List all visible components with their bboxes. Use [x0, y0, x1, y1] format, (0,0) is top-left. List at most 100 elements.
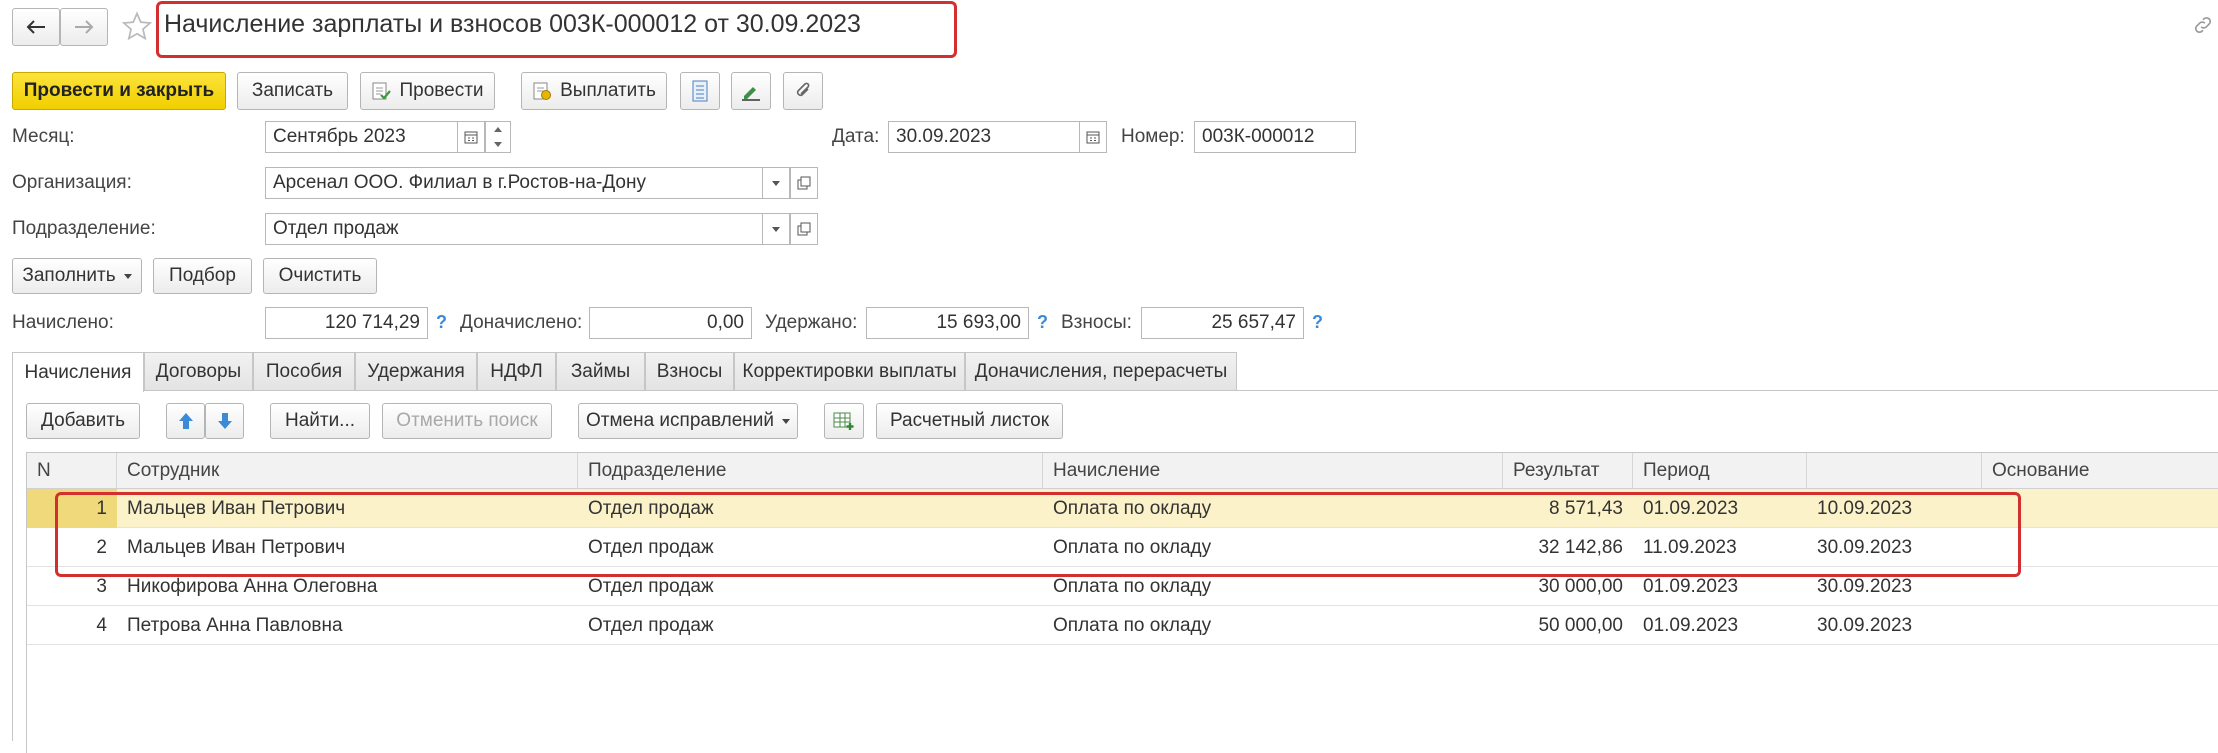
move-up-button[interactable]: [166, 403, 205, 439]
result-cell: 50 000,00: [1538, 614, 1623, 636]
column-header-period-end[interactable]: [1807, 453, 1982, 489]
contributions-field: 25 657,47: [1141, 307, 1304, 339]
column-header-n[interactable]: N: [27, 453, 117, 489]
column-header-result[interactable]: Результат: [1503, 453, 1633, 489]
employee-cell: Никофирова Анна Олеговна: [127, 575, 378, 597]
period-end-cell: 30.09.2023: [1817, 536, 1913, 558]
select-button[interactable]: Подбор: [153, 258, 252, 294]
table-row[interactable]: 3 Никофирова Анна Олеговна Отдел продаж …: [27, 567, 2218, 606]
tab-loans[interactable]: Займы: [556, 352, 645, 390]
column-header-department[interactable]: Подразделение: [578, 453, 1043, 489]
cancel-fixes-button[interactable]: Отмена исправлений: [578, 403, 798, 439]
open-form-icon: [797, 222, 811, 236]
date-field[interactable]: 30.09.2023: [888, 121, 1081, 153]
accrual-cell: Оплата по окладу: [1053, 497, 1212, 519]
calendar-icon: [1086, 130, 1100, 144]
tabs-divider: [12, 390, 2218, 391]
spin-down-icon[interactable]: [494, 142, 502, 147]
department-field[interactable]: Отдел продаж: [265, 213, 764, 245]
post-button[interactable]: Провести: [360, 72, 495, 110]
employee-cell: Петрова Анна Павловна: [127, 614, 343, 636]
fill-button-label: Заполнить: [22, 265, 116, 286]
department-cell: Отдел продаж: [588, 614, 714, 636]
month-field[interactable]: Сентябрь 2023: [265, 121, 458, 153]
tab-additional-accruals[interactable]: Доначисления, перерасчеты: [965, 352, 1237, 390]
arrow-left-icon: [26, 20, 46, 34]
table-row[interactable]: 2 Мальцев Иван Петрович Отдел продаж Опл…: [27, 528, 2218, 567]
column-header-period[interactable]: Период: [1633, 453, 1807, 489]
department-label: Подразделение:: [12, 218, 156, 239]
row-number: 3: [96, 575, 107, 597]
open-form-icon: [797, 176, 811, 190]
contributions-help-icon[interactable]: ?: [1312, 312, 1323, 333]
tab-payment-corrections[interactable]: Корректировки выплаты: [734, 352, 965, 390]
period-start-cell: 01.09.2023: [1643, 614, 1739, 636]
period-start-cell: 01.09.2023: [1643, 575, 1739, 597]
pay-button[interactable]: Выплатить: [521, 72, 667, 110]
clear-button[interactable]: Очистить: [263, 258, 377, 294]
back-button[interactable]: [12, 8, 60, 46]
save-button[interactable]: Записать: [237, 72, 348, 110]
table-row[interactable]: 1 Мальцев Иван Петрович Отдел продаж Опл…: [27, 489, 2218, 528]
date-calendar-button[interactable]: [1079, 121, 1107, 153]
accrual-cell: Оплата по окладу: [1053, 536, 1212, 558]
table-row[interactable]: 4 Петрова Анна Павловна Отдел продаж Опл…: [27, 606, 2218, 645]
chevron-down-icon: [782, 418, 790, 424]
calendar-icon: [464, 130, 478, 144]
report-button[interactable]: [680, 72, 720, 110]
result-cell: 32 142,86: [1538, 536, 1623, 558]
cancel-search-button[interactable]: Отменить поиск: [382, 403, 552, 439]
month-spin-button[interactable]: [485, 121, 511, 153]
tab-ndfl[interactable]: НДФЛ: [477, 352, 556, 390]
accrual-cell: Оплата по окладу: [1053, 614, 1212, 636]
star-icon[interactable]: [122, 11, 152, 41]
department-dropdown-button[interactable]: [762, 213, 790, 245]
result-cell: 8 571,43: [1549, 497, 1623, 519]
column-header-basis[interactable]: Основание: [1982, 453, 2218, 489]
organization-dropdown-button[interactable]: [762, 167, 790, 199]
payslip-button[interactable]: Расчетный листок: [876, 403, 1063, 439]
attach-button[interactable]: [783, 72, 823, 110]
add-row-button[interactable]: Добавить: [26, 403, 140, 439]
column-header-accrual[interactable]: Начисление: [1043, 453, 1503, 489]
accrued-label: Начислено:: [12, 312, 114, 333]
link-icon[interactable]: [2192, 14, 2214, 36]
fill-button[interactable]: Заполнить: [12, 258, 142, 294]
accrued-field: 120 714,29: [265, 307, 428, 339]
tab-contributions[interactable]: Взносы: [645, 352, 734, 390]
department-open-button[interactable]: [790, 213, 818, 245]
forward-button[interactable]: [60, 8, 108, 46]
tab-benefits[interactable]: Пособия: [253, 352, 355, 390]
withheld-field: 15 693,00: [866, 307, 1029, 339]
period-start-cell: 11.09.2023: [1643, 536, 1737, 558]
number-field[interactable]: 003К-000012: [1194, 121, 1356, 153]
sign-button[interactable]: [731, 72, 771, 110]
move-down-button[interactable]: [205, 403, 244, 439]
column-header-employee[interactable]: Сотрудник: [117, 453, 578, 489]
post-and-close-button[interactable]: Провести и закрыть: [12, 72, 226, 110]
additional-label: Доначислено:: [460, 312, 583, 333]
withheld-help-icon[interactable]: ?: [1037, 312, 1048, 333]
chevron-down-icon: [772, 226, 780, 232]
department-cell: Отдел продаж: [588, 575, 714, 597]
chevron-down-icon: [772, 180, 780, 186]
tab-accruals[interactable]: Начисления: [12, 352, 144, 392]
pay-button-label: Выплатить: [560, 80, 656, 101]
find-button[interactable]: Найти...: [270, 403, 370, 439]
row-number: 4: [96, 614, 107, 636]
chevron-down-icon: [123, 273, 132, 279]
month-calendar-button[interactable]: [457, 121, 485, 153]
department-cell: Отдел продаж: [588, 497, 714, 519]
organization-open-button[interactable]: [790, 167, 818, 199]
tab-deductions[interactable]: Удержания: [355, 352, 477, 390]
spin-up-icon[interactable]: [494, 127, 502, 132]
basis-cell: [1982, 528, 2218, 567]
table-settings-button[interactable]: [824, 403, 864, 439]
pay-document-icon: [532, 81, 552, 101]
page-title: Начисление зарплаты и взносов 003К-00001…: [164, 10, 861, 38]
organization-field[interactable]: Арсенал ООО. Филиал в г.Ростов-на-Дону: [265, 167, 764, 199]
accrued-help-icon[interactable]: ?: [436, 312, 447, 333]
date-label: Дата:: [832, 126, 880, 147]
tab-contracts[interactable]: Договоры: [144, 352, 253, 390]
report-icon: [692, 80, 708, 102]
